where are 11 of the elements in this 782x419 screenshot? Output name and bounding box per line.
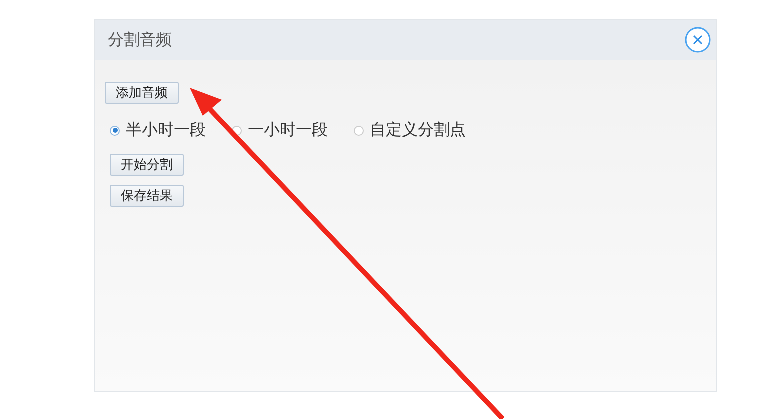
option-label: 半小时一段 xyxy=(126,120,206,141)
option-label: 一小时一段 xyxy=(248,120,328,141)
action-button[interactable]: 保存结果 xyxy=(110,185,184,207)
action-button[interactable]: 开始分割 xyxy=(110,154,184,176)
option-label: 自定义分割点 xyxy=(370,120,466,141)
add-audio-button[interactable]: 添加音频 xyxy=(105,82,179,104)
close-button[interactable] xyxy=(684,26,712,54)
radio-button[interactable] xyxy=(354,126,364,136)
radio-button[interactable] xyxy=(110,126,120,136)
close-icon xyxy=(685,27,711,53)
window-title: 分割音频 xyxy=(108,30,172,50)
